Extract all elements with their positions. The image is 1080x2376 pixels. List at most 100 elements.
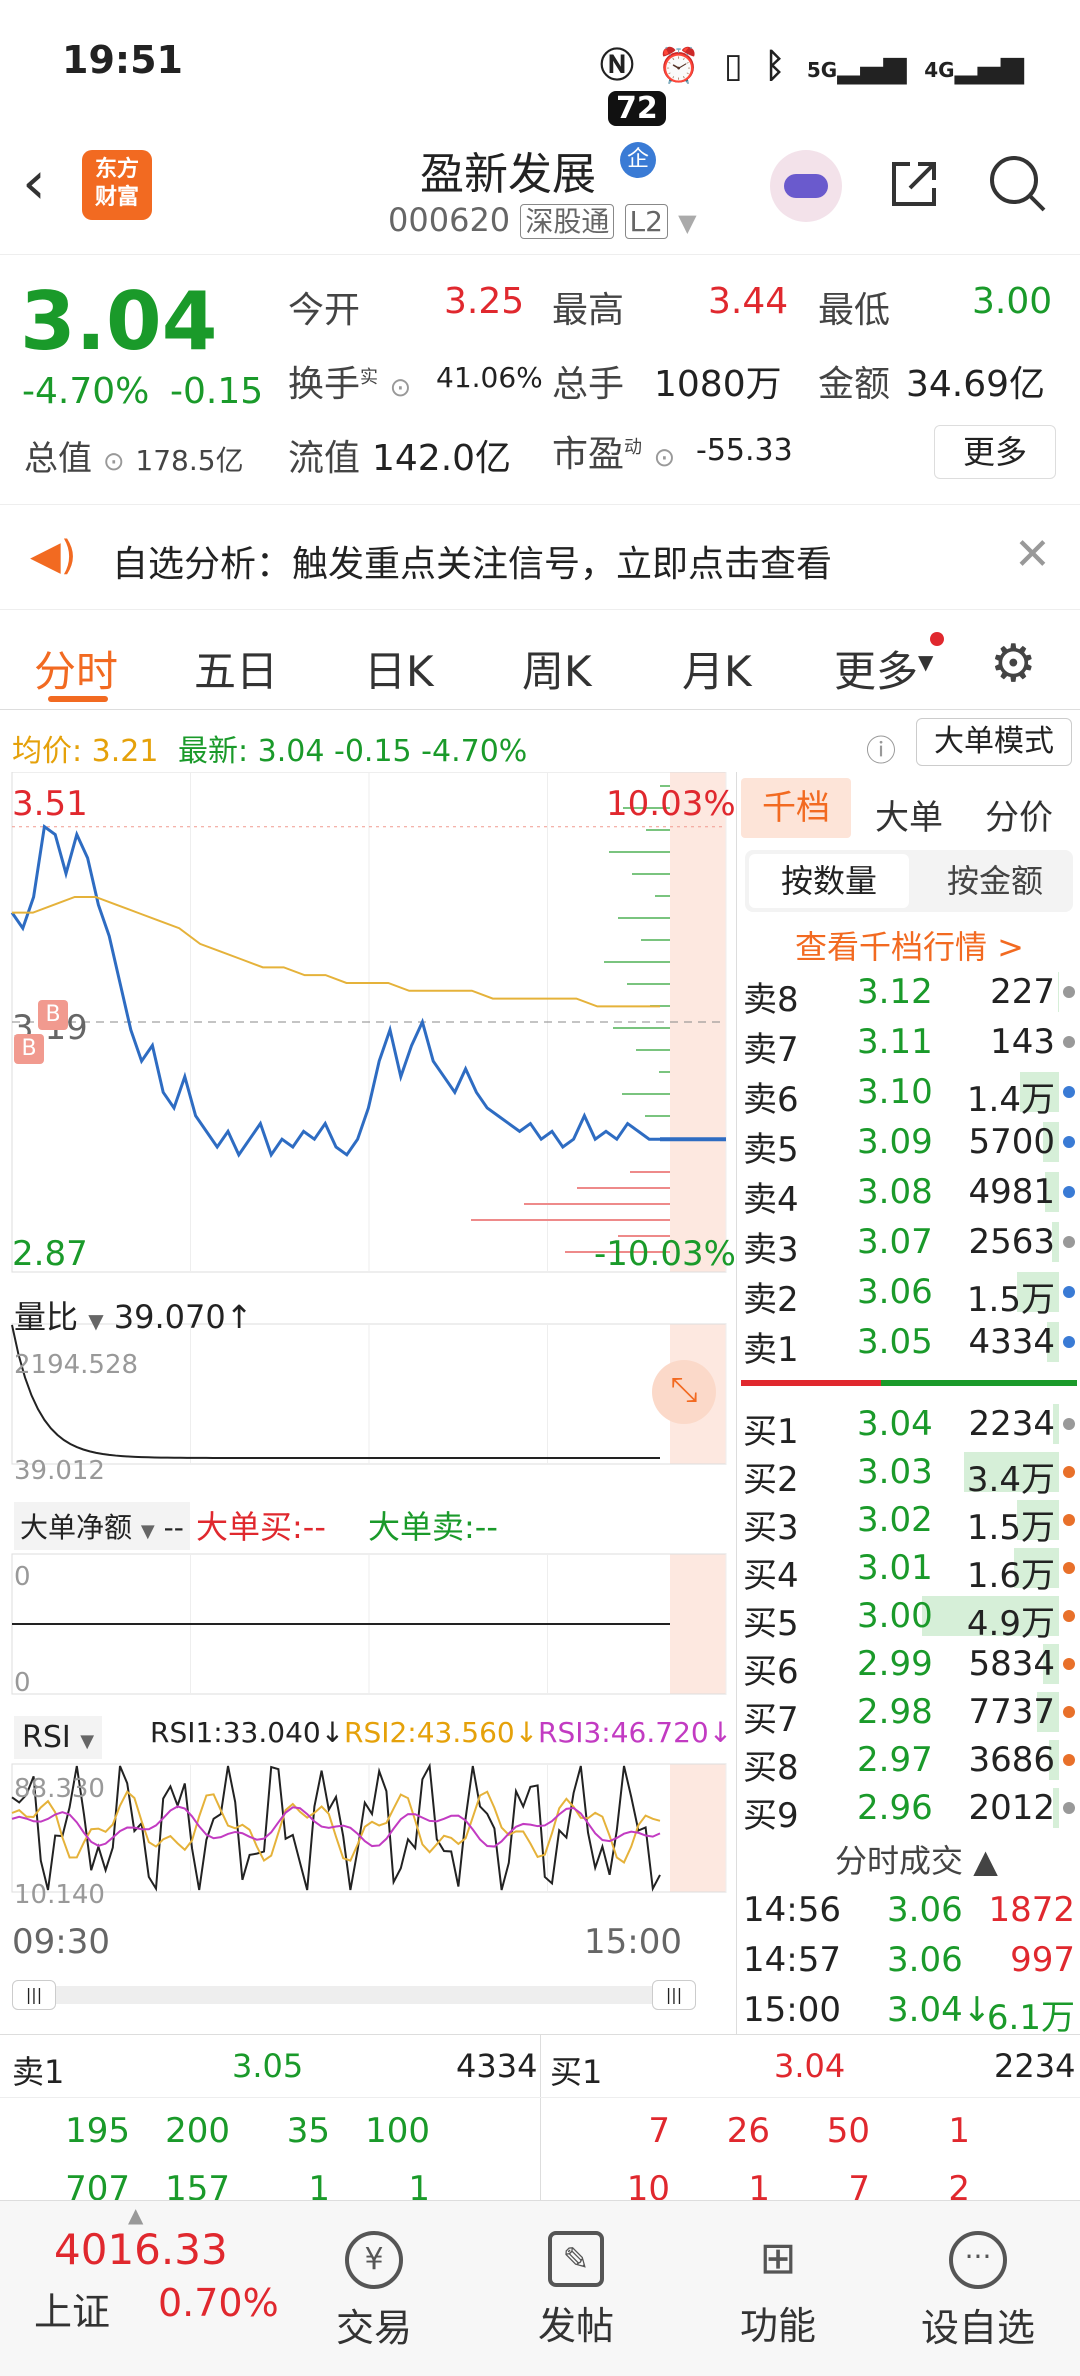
order-level-row[interactable]: 卖7 3.11 143 <box>737 1018 1080 1070</box>
stock-code-line[interactable]: 000620 深股通 L2 ▼ <box>388 200 697 240</box>
buy-marker-b[interactable]: B <box>14 1034 44 1064</box>
chart-top-price: 3.51 <box>12 784 88 824</box>
scroll-handle-right[interactable]: ||| <box>652 1980 696 2010</box>
scroll-handle-left[interactable]: ||| <box>12 1980 56 2010</box>
alarm-icon: ⏰ <box>657 46 701 86</box>
volume-label: 总手 <box>552 364 625 405</box>
order-level-row[interactable]: 卖4 3.08 4981 <box>737 1168 1080 1220</box>
order-level-row[interactable]: 买4 3.01 1.6万 <box>737 1544 1080 1596</box>
big-order-mode-button[interactable]: 大单模式 <box>916 718 1072 766</box>
notice-bar[interactable]: ◀) 自选分析：触发重点关注信号，立即点击查看 ✕ <box>0 505 1080 610</box>
big-sell-label: 大单卖:-- <box>368 1508 498 1546</box>
trade-time: 14:56 <box>743 1890 841 1930</box>
nav-add-watchlist[interactable]: ··· 设自选 <box>918 2231 1038 2352</box>
by-quantity-toggle[interactable]: 按数量 <box>749 854 909 908</box>
share-icon[interactable] <box>886 156 942 212</box>
intraday-chart-area[interactable]: 3.51 10.03% 3.19 2.87 -10.03% B B 量比 ▼ 3… <box>0 772 736 2034</box>
nav-functions[interactable]: ⊞ 功能 <box>718 2231 838 2350</box>
signal-4g-icon: 4G <box>924 58 955 82</box>
speaker-icon: ◀) <box>30 533 77 579</box>
volume-value: 1080万 <box>654 364 782 405</box>
close-icon[interactable]: ✕ <box>1014 529 1051 580</box>
trade-row: 14:57 3.06 997 <box>737 1936 1080 1984</box>
order-level-row[interactable]: 买9 2.96 2012 <box>737 1784 1080 1836</box>
open-value: 3.25 <box>444 281 525 322</box>
volume-ratio-line <box>11 1324 660 1459</box>
order-level-row[interactable]: 卖1 3.05 4334 <box>737 1318 1080 1370</box>
tab-daily-k[interactable]: 日K <box>364 638 434 699</box>
level-label: 卖4 <box>743 1180 799 1220</box>
time-start: 09:30 <box>12 1922 110 1962</box>
buy-levels: 买1 3.04 2234 买2 3.03 3.4万 买3 3.02 1.5万 买4 3.01 1.6万… <box>737 1400 1080 1840</box>
level-dot <box>1063 986 1075 998</box>
nfc-icon: Ⓝ <box>600 46 634 86</box>
nav-trade[interactable]: ¥ 交易 <box>314 2231 434 2352</box>
order-level-row[interactable]: 买2 3.03 3.4万 <box>737 1448 1080 1500</box>
more-button[interactable]: 更多 <box>934 425 1056 479</box>
depth-queue-cell: 7 <box>648 2111 670 2151</box>
nav-post[interactable]: ✎ 发帖 <box>516 2231 636 2350</box>
tab-intraday[interactable]: 分时 <box>34 638 118 699</box>
order-level-row[interactable]: 买1 3.04 2234 <box>737 1400 1080 1452</box>
order-level-row[interactable]: 卖2 3.06 1.5万 <box>737 1268 1080 1320</box>
order-level-row[interactable]: 买7 2.98 7737 <box>737 1688 1080 1740</box>
level-volume: 2012 <box>968 1788 1055 1828</box>
nav-add-watchlist-label: 设自选 <box>920 2306 1035 2350</box>
settings-gear-icon[interactable]: ⚙ <box>990 634 1037 694</box>
order-level-row[interactable]: 买6 2.99 5834 <box>737 1640 1080 1692</box>
order-book: 千档 大单 分价 按数量 按金额 查看千档行情 > 卖8 3.12 227 卖7 3.1… <box>736 772 1080 2038</box>
time-scrollbar[interactable]: ||| ||| <box>12 1980 696 2010</box>
by-amount-toggle[interactable]: 按金额 <box>921 854 1069 908</box>
trade-list: 14:56 3.06 1872 14:57 3.06 997 15:00 3.04↓ 6.1万 <box>737 1886 1080 2038</box>
order-level-row[interactable]: 卖6 3.10 1.4万 <box>737 1068 1080 1120</box>
trade-price: 3.04↓ <box>887 1990 992 2030</box>
chart-bottom-pct: -10.03% <box>594 1234 736 1274</box>
level-price: 2.97 <box>857 1740 933 1780</box>
depth-sell-price: 3.05 <box>232 2047 304 2085</box>
tab-big-order[interactable]: 大单 <box>875 790 943 839</box>
order-level-row[interactable]: 买3 3.02 1.5万 <box>737 1496 1080 1548</box>
expand-icon[interactable]: ⤡ <box>652 1360 716 1424</box>
level-label: 卖8 <box>743 980 799 1020</box>
rsi2-value: RSI2:43.560↓ <box>344 1716 539 1749</box>
help-icon[interactable]: ⓘ <box>866 726 896 770</box>
assistant-avatar-icon[interactable] <box>770 150 842 222</box>
level-volume: 4981 <box>968 1172 1055 1212</box>
order-level-row[interactable]: 卖5 3.09 5700 <box>737 1118 1080 1170</box>
back-icon[interactable]: ‹ <box>22 148 46 218</box>
level-price: 3.12 <box>857 972 933 1012</box>
tab-weekly-k[interactable]: 周K <box>522 638 592 699</box>
search-icon[interactable] <box>988 154 1048 214</box>
collapse-caret-icon[interactable]: ▲ <box>128 2203 143 2227</box>
after-hours-shade <box>670 1554 726 1694</box>
rsi-selector[interactable]: RSI ▼ <box>14 1716 103 1759</box>
level-dot <box>1063 1706 1075 1718</box>
chart-tabs: 分时 五日 日K 周K 月K 更多 ▼ ⚙ <box>0 610 1080 710</box>
order-level-row[interactable]: 买5 3.00 4.9万 <box>737 1592 1080 1644</box>
time-end: 15:00 <box>584 1922 682 1962</box>
order-level-row[interactable]: 买8 2.97 3686 <box>737 1736 1080 1788</box>
net-selector[interactable]: 大单净额 ▼ -- <box>14 1502 190 1550</box>
app-logo[interactable]: 东方 财富 <box>82 150 152 220</box>
level-dot <box>1063 1286 1075 1298</box>
level-dot <box>1063 1658 1075 1670</box>
order-level-row[interactable]: 卖3 3.07 2563 <box>737 1218 1080 1270</box>
order-level-row[interactable]: 卖8 3.12 227 <box>737 968 1080 1020</box>
tab-five-day[interactable]: 五日 <box>194 638 278 699</box>
trades-header[interactable]: 分时成交 ▲ <box>835 1836 998 1882</box>
level-label: 卖7 <box>743 1030 799 1070</box>
index-value[interactable]: 4016.33 <box>54 2225 228 2274</box>
level-volume: 4334 <box>968 1322 1055 1362</box>
level-label: 买9 <box>743 1796 799 1836</box>
level-label: 买3 <box>743 1508 799 1548</box>
tab-price-split[interactable]: 分价 <box>985 790 1053 839</box>
depth-queue-cell: 200 <box>165 2111 230 2151</box>
tab-thousand-levels[interactable]: 千档 <box>741 778 851 838</box>
buy-marker-b[interactable]: B <box>38 1000 68 1030</box>
tab-monthly-k[interactable]: 月K <box>682 638 752 699</box>
level-label: 买4 <box>743 1556 799 1596</box>
tab-more[interactable]: 更多 <box>834 638 918 699</box>
view-levels-link[interactable]: 查看千档行情 > <box>795 922 1024 968</box>
volume-ratio-header[interactable]: 量比 ▼ 39.070↑ <box>14 1292 253 1338</box>
level-dot <box>1063 1562 1075 1574</box>
